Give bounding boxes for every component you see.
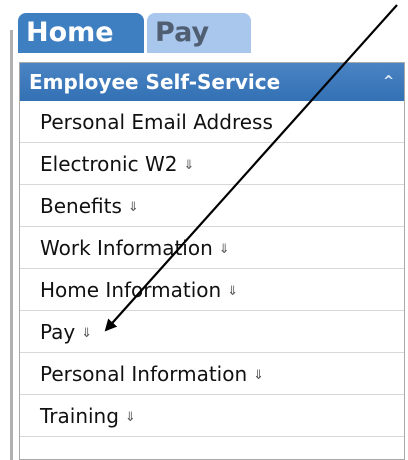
- menu-item-work-information[interactable]: Work Information ⇓: [20, 227, 404, 269]
- double-down-arrow-icon[interactable]: ⇓: [128, 187, 139, 229]
- double-down-arrow-icon[interactable]: ⇓: [183, 145, 194, 187]
- menu-item-label: Pay: [40, 320, 76, 344]
- menu-item-label: Electronic W2: [40, 152, 178, 176]
- menu-item-personal-email-address[interactable]: Personal Email Address: [20, 101, 404, 143]
- double-down-arrow-icon[interactable]: ⇓: [253, 355, 264, 397]
- employee-self-service-panel: Employee Self-Service ^ Personal Email A…: [19, 62, 405, 460]
- menu-item-electronic-w2[interactable]: Electronic W2 ⇓: [20, 143, 404, 185]
- tab-home[interactable]: Home: [18, 13, 144, 53]
- double-down-arrow-icon[interactable]: ⇓: [227, 271, 238, 313]
- menu-item-label: Personal Information: [40, 362, 248, 386]
- menu-item-home-information[interactable]: Home Information ⇓: [20, 269, 404, 311]
- menu-item-label: Personal Email Address: [40, 110, 273, 134]
- menu-item-label: Training: [40, 404, 119, 428]
- double-down-arrow-icon[interactable]: ⇓: [81, 313, 92, 355]
- menu-item-pay[interactable]: Pay ⇓: [20, 311, 404, 353]
- chevron-up-icon[interactable]: ^: [383, 63, 394, 101]
- menu-item-personal-information[interactable]: Personal Information ⇓: [20, 353, 404, 395]
- panel-title: Employee Self-Service: [29, 70, 281, 94]
- panel-header[interactable]: Employee Self-Service ^: [20, 63, 404, 101]
- menu-item-benefits[interactable]: Benefits ⇓: [20, 185, 404, 227]
- menu-item-training[interactable]: Training ⇓: [20, 395, 404, 437]
- left-border: [10, 30, 13, 460]
- menu-item-label: Home Information: [40, 278, 222, 302]
- double-down-arrow-icon[interactable]: ⇓: [219, 229, 230, 271]
- menu-item-label: Benefits: [40, 194, 122, 218]
- double-down-arrow-icon[interactable]: ⇓: [125, 397, 136, 439]
- menu-item-label: Work Information: [40, 236, 213, 260]
- tab-pay[interactable]: Pay: [147, 13, 251, 53]
